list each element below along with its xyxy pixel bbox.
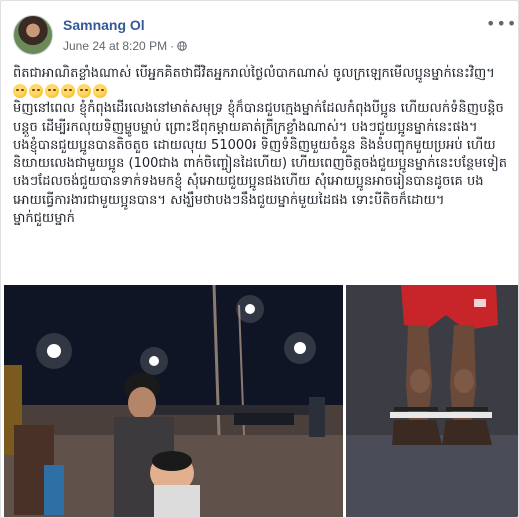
sad-face-emoji-icon	[13, 84, 27, 99]
facebook-post-card: Samnang Ol June 24 at 8:20 PM · ••• ពិតជា…	[0, 0, 519, 518]
sad-face-emoji-icon	[45, 84, 59, 99]
post-meta: June 24 at 8:20 PM ·	[63, 39, 187, 53]
meta-separator: ·	[170, 39, 175, 53]
sad-face-emoji-icon	[77, 84, 91, 99]
night-street-photo-illustration	[4, 285, 343, 517]
post-text: ពិតជាអាណិតខ្លាំងណាស់ បើអ្នកគិតថាជីវិតអ្ន…	[13, 65, 508, 228]
more-options-icon[interactable]: •••	[486, 16, 516, 33]
post-photo-night-street[interactable]	[4, 285, 343, 517]
author-name[interactable]: Samnang Ol	[63, 17, 145, 33]
emoji-row	[13, 84, 508, 99]
sad-face-emoji-icon	[61, 84, 75, 99]
post-paragraph: ម្នាក់ជួយម្នាក់	[13, 211, 75, 227]
post-timestamp[interactable]: June 24 at 8:20 PM	[63, 39, 167, 53]
post-paragraph: មិញនៅពេល ខ្ញុំកំពុងដើរលេងនៅមាត់សមុទ្រ ខ្…	[13, 101, 504, 135]
globe-icon[interactable]	[177, 41, 187, 51]
post-photo-legs-sandals[interactable]	[346, 285, 518, 517]
legs-photo-illustration	[346, 285, 518, 517]
post-paragraph: បងខ្ញុំបានជួយប្អូនបានតិចតួច ដោយលុយ 51000…	[13, 137, 512, 208]
sad-face-emoji-icon	[93, 84, 107, 99]
sad-face-emoji-icon	[29, 84, 43, 99]
author-avatar[interactable]	[13, 15, 53, 55]
post-header: Samnang Ol June 24 at 8:20 PM · •••	[13, 15, 516, 59]
post-paragraph: ពិតជាអាណិតខ្លាំងណាស់ បើអ្នកគិតថាជីវិតអ្ន…	[13, 66, 495, 81]
